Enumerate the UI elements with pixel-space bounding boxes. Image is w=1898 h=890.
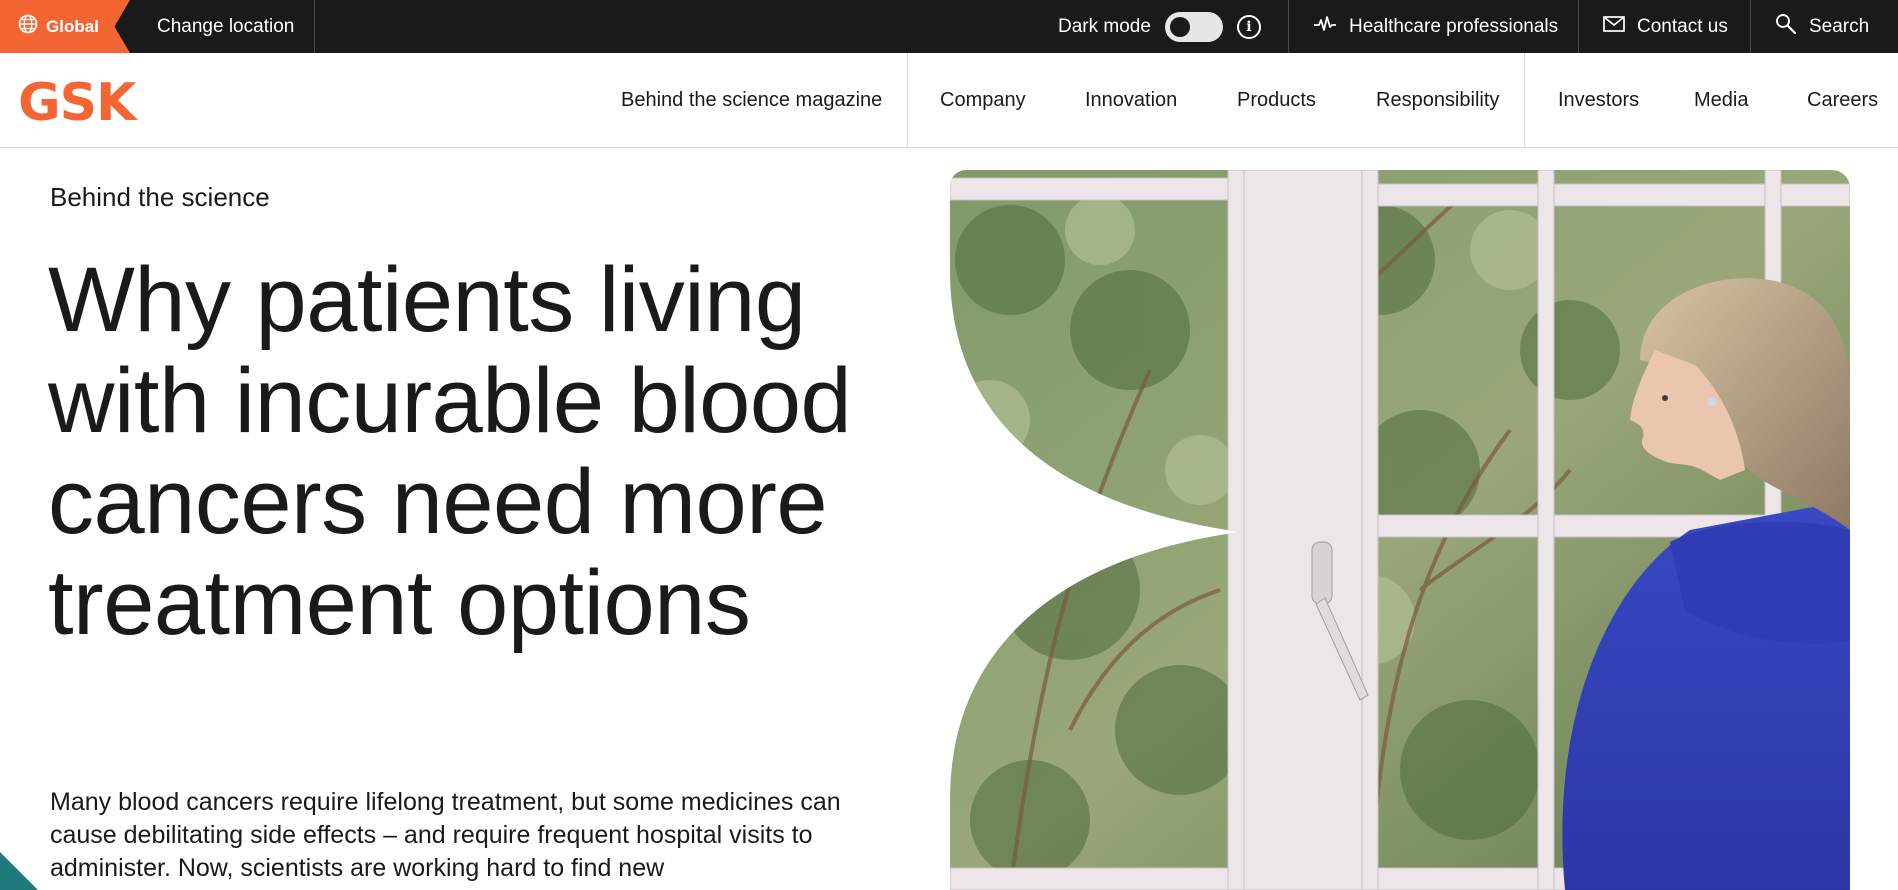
nav-magazine[interactable]: Behind the science magazine [621, 53, 882, 147]
nav-responsibility[interactable]: Responsibility [1376, 53, 1499, 147]
mail-icon [1603, 15, 1625, 38]
global-location-button[interactable]: Global [0, 0, 130, 53]
gsk-logo[interactable]: GSK [18, 77, 136, 129]
nav-divider [1524, 53, 1525, 147]
change-location-link[interactable]: Change location [140, 0, 316, 53]
toggle-knob [1169, 16, 1190, 37]
main-navigation: GSK Behind the science magazine Company … [0, 53, 1898, 148]
article-intro: Many blood cancers require lifelong trea… [50, 788, 841, 882]
global-label: Global [46, 16, 99, 36]
healthcare-label: Healthcare professionals [1349, 15, 1559, 37]
nav-innovation[interactable]: Innovation [1085, 53, 1177, 147]
corner-accent-shape [0, 852, 38, 890]
healthcare-professionals-link[interactable]: Healthcare professionals [1288, 0, 1578, 53]
dark-mode-label: Dark mode [1058, 15, 1151, 37]
section-eyebrow[interactable]: Behind the science [50, 182, 270, 213]
globe-icon [18, 14, 38, 39]
hero-photo [950, 170, 1850, 890]
info-icon[interactable]: i [1236, 14, 1261, 39]
search-link[interactable]: Search [1750, 0, 1898, 53]
nav-company[interactable]: Company [940, 53, 1026, 147]
search-label: Search [1809, 15, 1870, 37]
woman-at-window-illustration [950, 170, 1850, 890]
contact-label: Contact us [1637, 15, 1728, 37]
contact-us-link[interactable]: Contact us [1578, 0, 1750, 53]
pulse-icon [1313, 15, 1337, 39]
dark-mode-toggle[interactable] [1164, 11, 1223, 42]
nav-products[interactable]: Products [1237, 53, 1316, 147]
nav-careers[interactable]: Careers [1807, 53, 1878, 147]
search-icon [1775, 13, 1797, 41]
nav-media[interactable]: Media [1694, 53, 1748, 147]
nav-investors[interactable]: Investors [1558, 53, 1639, 147]
nav-divider [907, 53, 908, 147]
utility-bar: Global Change location Dark mode i Healt… [0, 0, 1898, 53]
article-headline: Why patients living with incurable blood… [48, 249, 852, 654]
dark-mode-control: Dark mode i [1058, 0, 1261, 53]
